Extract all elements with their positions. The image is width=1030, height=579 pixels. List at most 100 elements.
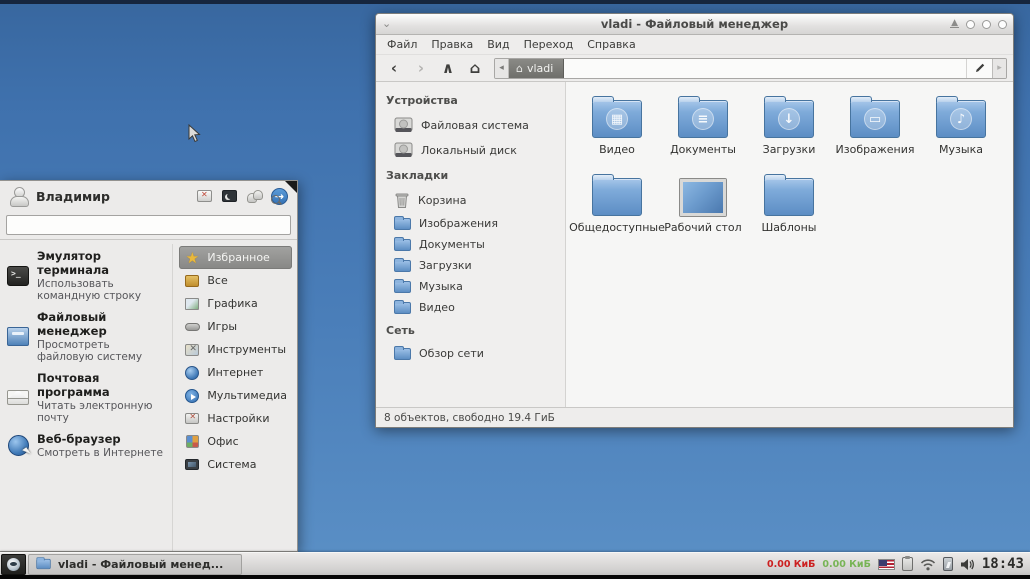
up-button[interactable]: ∧ (436, 58, 460, 79)
video-emblem-icon: ▦ (606, 108, 628, 130)
desktop-icon (680, 179, 726, 216)
category-label: Игры (207, 320, 237, 333)
volume-icon[interactable] (960, 558, 975, 571)
sidebar-item-label: Корзина (418, 194, 466, 207)
statusbar: 8 объектов, свободно 19.4 ГиБ (376, 407, 1013, 427)
sidebar-item-pictures[interactable]: Изображения (386, 213, 555, 234)
music-emblem-icon: ♪ (950, 108, 972, 130)
keyboard-layout-flag-icon[interactable] (878, 559, 895, 570)
titlebar[interactable]: ⌄ vladi - Файловый менеджер ▲ (376, 14, 1013, 35)
file-tile-music[interactable]: ♪ Музыка (918, 96, 1004, 156)
battery-icon[interactable] (943, 557, 953, 571)
category-multimedia[interactable]: Мультимедиа (179, 384, 292, 407)
forward-button[interactable]: › (409, 58, 433, 79)
category-accessories[interactable]: Инструменты (179, 338, 292, 361)
drive-icon (394, 142, 413, 159)
file-view[interactable]: ▦ Видео ≡ Документы ↓ Загрузки ▭ Изображ… (566, 82, 1013, 407)
path-empty-area[interactable] (564, 59, 966, 78)
gamepad-icon (185, 323, 200, 331)
file-tile-pictures[interactable]: ▭ Изображения (832, 96, 918, 156)
folder-icon (394, 281, 411, 293)
file-tile-public[interactable]: Общедоступные (574, 174, 660, 234)
category-system[interactable]: Система (179, 453, 292, 476)
toolbar: ‹ › ∧ ⌂ ◂ ⌂ vladi ▸ (376, 55, 1013, 82)
document-emblem-icon: ≡ (692, 108, 714, 130)
app-item-mail[interactable]: Почтовая программа Читать электронную по… (4, 368, 168, 427)
browser-icon (8, 435, 29, 456)
sidebar-item-local-disk[interactable]: Локальный диск (386, 138, 555, 163)
taskbar-window-button[interactable]: vladi - Файловый менед... (28, 554, 242, 575)
whisker-menu-button[interactable] (1, 554, 26, 575)
category-label: Система (207, 458, 256, 471)
sidebar-item-music[interactable]: Музыка (386, 276, 555, 297)
path-scroll-right-button[interactable]: ▸ (992, 59, 1006, 78)
file-manager-icon (7, 327, 29, 346)
app-item-file-manager[interactable]: Файловый менеджер Просмотреть файловую с… (4, 307, 168, 366)
path-edit-button[interactable] (966, 59, 992, 78)
search-input[interactable] (6, 215, 291, 235)
folder-icon (592, 178, 642, 216)
path-current-button[interactable]: ⌂ vladi (509, 59, 564, 78)
lock-screen-button[interactable] (220, 188, 239, 205)
shade-button[interactable]: ▲ (950, 20, 959, 28)
switch-user-button[interactable] (245, 188, 264, 205)
category-games[interactable]: Игры (179, 315, 292, 338)
file-tile-documents[interactable]: ≡ Документы (660, 96, 746, 156)
app-name: Файловый менеджер (37, 310, 166, 338)
sidebar-item-documents[interactable]: Документы (386, 234, 555, 255)
folder-icon: ♪ (936, 100, 986, 138)
trash-icon (394, 192, 410, 209)
file-label: Документы (670, 143, 736, 156)
drive-icon (394, 117, 413, 134)
folder-icon: ▭ (850, 100, 900, 138)
settings-button[interactable] (195, 188, 214, 205)
sidebar-item-trash[interactable]: Корзина (386, 188, 555, 213)
sidebar-item-videos[interactable]: Видео (386, 297, 555, 318)
clipboard-icon[interactable] (902, 557, 913, 571)
xfce-logo-icon (7, 558, 20, 571)
file-tile-videos[interactable]: ▦ Видео (574, 96, 660, 156)
path-current-label: vladi (527, 62, 553, 75)
wifi-icon[interactable] (920, 558, 936, 571)
category-internet[interactable]: Интернет (179, 361, 292, 384)
window-menu-icon[interactable]: ⌄ (382, 19, 391, 29)
sidebar-item-network-browse[interactable]: Обзор сети (386, 343, 555, 364)
back-button[interactable]: ‹ (382, 58, 406, 79)
app-item-web-browser[interactable]: Веб-браузер Смотреть в Интернете (4, 429, 168, 462)
file-label: Рабочий стол (664, 221, 741, 234)
folder-icon (394, 239, 411, 251)
close-button[interactable] (998, 20, 1007, 29)
folder-icon: ≡ (678, 100, 728, 138)
menu-file[interactable]: Файл (380, 36, 424, 53)
menu-edit[interactable]: Правка (424, 36, 480, 53)
clock[interactable]: 18:43 (982, 556, 1024, 572)
section-bookmarks: Закладки (386, 169, 555, 182)
category-office[interactable]: Офис (179, 430, 292, 453)
sidebar-item-label: Музыка (419, 280, 463, 293)
sidebar-item-filesystem[interactable]: Файловая система (386, 113, 555, 138)
category-graphics[interactable]: Графика (179, 292, 292, 315)
app-item-terminal[interactable]: >_ Эмулятор терминала Использовать коман… (4, 246, 168, 305)
menu-go[interactable]: Переход (517, 36, 581, 53)
home-button[interactable]: ⌂ (463, 58, 487, 79)
category-label: Избранное (207, 251, 269, 264)
folder-icon (394, 260, 411, 272)
category-favorites[interactable]: ★ Избранное (179, 246, 292, 269)
category-all[interactable]: Все (179, 269, 292, 292)
sidebar-item-downloads[interactable]: Загрузки (386, 255, 555, 276)
minimize-button[interactable] (966, 20, 975, 29)
internet-icon (185, 366, 199, 380)
path-scroll-left-button[interactable]: ◂ (495, 59, 509, 78)
menu-help[interactable]: Справка (580, 36, 642, 53)
maximize-button[interactable] (982, 20, 991, 29)
file-tile-desktop[interactable]: Рабочий стол (660, 174, 746, 234)
file-label: Шаблоны (762, 221, 817, 234)
menu-view[interactable]: Вид (480, 36, 516, 53)
all-apps-icon (185, 275, 199, 287)
file-tile-templates[interactable]: Шаблоны (746, 174, 832, 234)
category-settings[interactable]: Настройки (179, 407, 292, 430)
app-name: Эмулятор терминала (37, 249, 166, 277)
category-list: ★ Избранное Все Графика Игры Инструменты (173, 244, 297, 551)
file-tile-downloads[interactable]: ↓ Загрузки (746, 96, 832, 156)
network-upload-label: 0.00 КиБ (822, 559, 870, 570)
